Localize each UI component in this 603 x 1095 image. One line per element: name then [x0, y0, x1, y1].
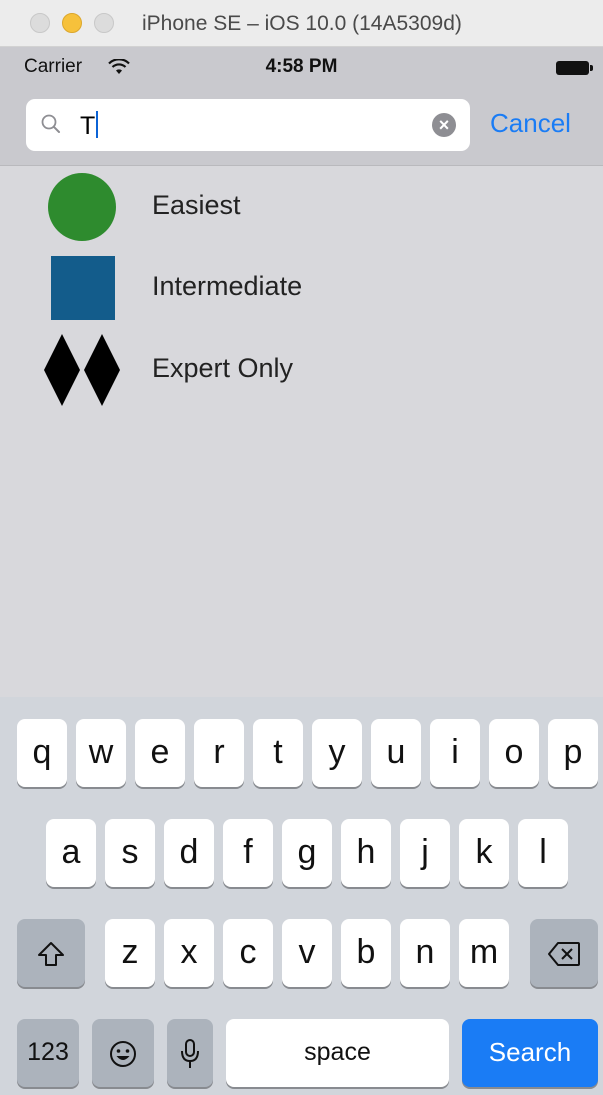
key-k[interactable]: k: [459, 819, 509, 887]
result-row-easiest[interactable]: Easiest: [0, 166, 603, 246]
key-m[interactable]: m: [459, 919, 509, 987]
zoom-window-button[interactable]: [94, 13, 114, 33]
emoji-key[interactable]: [92, 1019, 154, 1087]
key-g[interactable]: g: [282, 819, 332, 887]
minimize-window-button[interactable]: [62, 13, 82, 33]
dictation-key[interactable]: [167, 1019, 213, 1087]
simulator-window: iPhone SE – iOS 10.0 (14A5309d) Carrier …: [0, 0, 603, 1095]
backspace-icon: [548, 942, 580, 967]
key-y[interactable]: y: [312, 719, 362, 787]
window-title: iPhone SE – iOS 10.0 (14A5309d): [142, 12, 462, 35]
key-r[interactable]: r: [194, 719, 244, 787]
space-key[interactable]: space: [226, 1019, 449, 1087]
search-input[interactable]: T ×: [26, 99, 470, 151]
key-c[interactable]: c: [223, 919, 273, 987]
window-titlebar: iPhone SE – iOS 10.0 (14A5309d): [0, 0, 603, 47]
delete-key[interactable]: [530, 919, 598, 987]
key-o[interactable]: o: [489, 719, 539, 787]
numbers-key[interactable]: 123: [17, 1019, 79, 1087]
blue-square-icon: [51, 256, 115, 320]
key-z[interactable]: z: [105, 919, 155, 987]
search-icon: [40, 113, 62, 140]
status-bar: Carrier 4:58 PM: [0, 47, 603, 87]
clock: 4:58 PM: [265, 56, 338, 77]
search-input-value: T: [80, 111, 99, 141]
key-v[interactable]: v: [282, 919, 332, 987]
key-e[interactable]: e: [135, 719, 185, 787]
search-bar: T × Cancel: [0, 87, 603, 166]
result-row-expert-only[interactable]: Expert Only: [0, 329, 603, 409]
key-w[interactable]: w: [76, 719, 126, 787]
result-row-intermediate[interactable]: Intermediate: [0, 247, 603, 327]
battery-icon: [556, 61, 593, 75]
shift-key[interactable]: [17, 919, 85, 987]
search-key[interactable]: Search: [462, 1019, 598, 1087]
key-s[interactable]: s: [105, 819, 155, 887]
key-a[interactable]: a: [46, 819, 96, 887]
text-cursor: [96, 111, 99, 138]
result-label: Easiest: [152, 190, 241, 220]
close-window-button[interactable]: [30, 13, 50, 33]
key-q[interactable]: q: [17, 719, 67, 787]
key-j[interactable]: j: [400, 819, 450, 887]
key-l[interactable]: l: [518, 819, 568, 887]
key-n[interactable]: n: [400, 919, 450, 987]
keyboard: q w e r t y u i o p a s d f g h j k l z …: [0, 697, 603, 1095]
double-black-diamond-icon: [44, 334, 122, 411]
key-p[interactable]: p: [548, 719, 598, 787]
key-t[interactable]: t: [253, 719, 303, 787]
key-u[interactable]: u: [371, 719, 421, 787]
key-d[interactable]: d: [164, 819, 214, 887]
clear-text-icon[interactable]: ×: [432, 113, 456, 137]
key-b[interactable]: b: [341, 919, 391, 987]
search-results-list: Easiest Intermediate Expert Only: [0, 166, 603, 696]
green-circle-icon: [48, 173, 116, 241]
microphone-icon: [181, 1039, 199, 1069]
emoji-icon: [110, 1041, 136, 1068]
shift-icon: [38, 942, 64, 967]
key-i[interactable]: i: [430, 719, 480, 787]
key-h[interactable]: h: [341, 819, 391, 887]
cancel-button[interactable]: Cancel: [490, 108, 571, 139]
result-label: Expert Only: [152, 353, 294, 383]
key-f[interactable]: f: [223, 819, 273, 887]
key-x[interactable]: x: [164, 919, 214, 987]
result-label: Intermediate: [152, 271, 303, 301]
